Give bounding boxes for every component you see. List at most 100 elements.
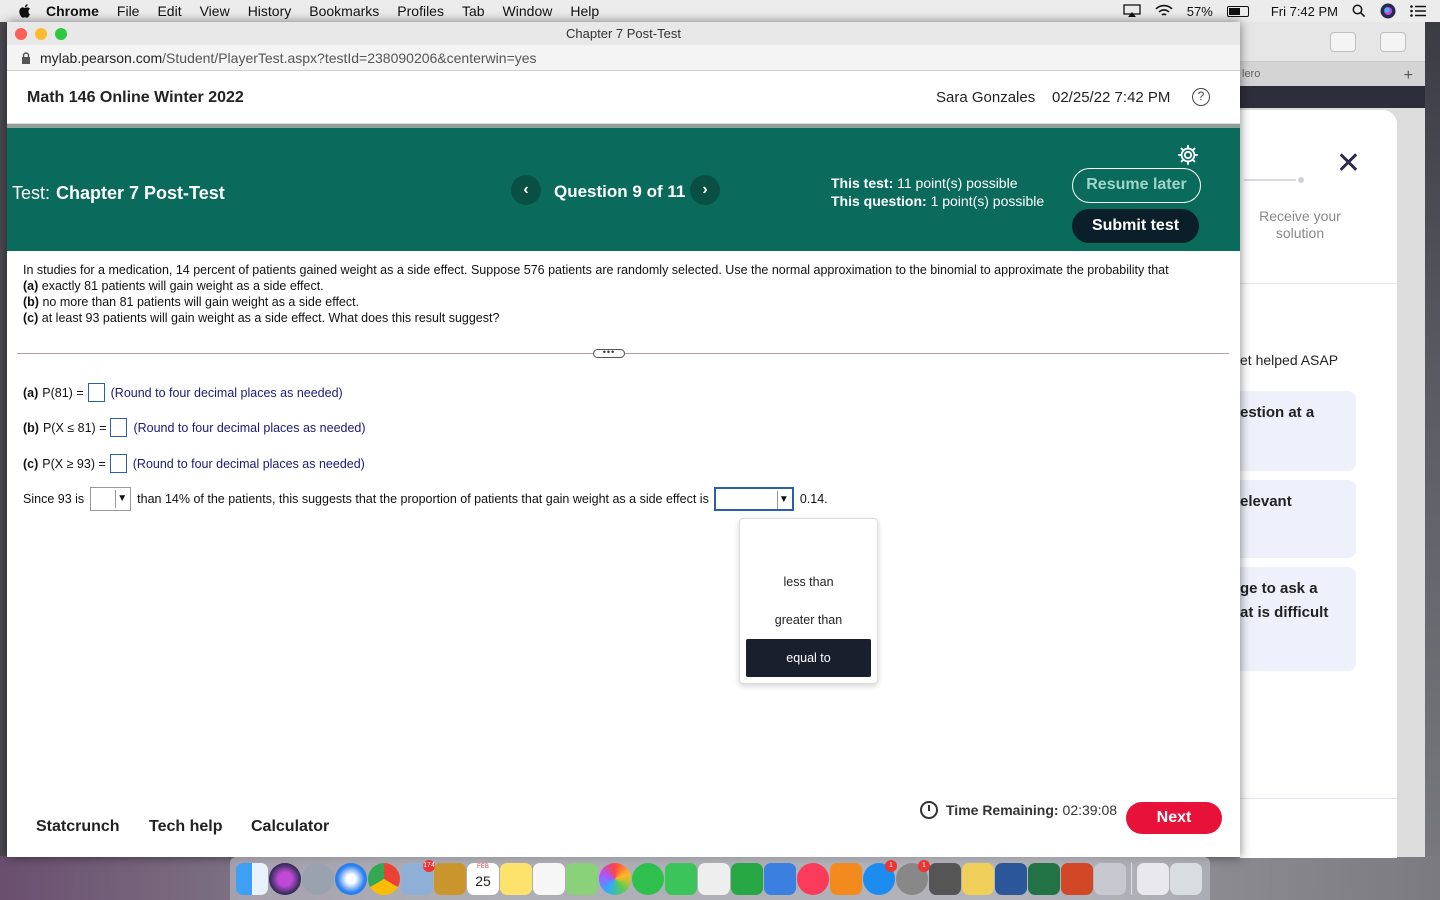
notes-book-icon[interactable] <box>434 862 466 895</box>
menu-tab[interactable]: Tab <box>462 3 485 19</box>
menu-history[interactable]: History <box>248 3 292 19</box>
trash-icon[interactable] <box>1170 862 1202 895</box>
submit-test-button[interactable]: Submit test <box>1072 209 1199 243</box>
test-label: Test: <box>12 183 51 203</box>
comparison-select-2[interactable]: ▼ <box>713 487 794 511</box>
dropdown-option-greater-than[interactable]: greater than <box>746 601 871 639</box>
problem-part-b-label: (b) <box>23 295 39 309</box>
browser-window: Chapter 7 Post-Test mylab.pearson.com/St… <box>7 22 1240 857</box>
calendar-icon[interactable]: FEB 25 <box>467 862 499 895</box>
menu-clock[interactable]: Fri 7:42 PM <box>1271 4 1338 19</box>
background-window-toolbar <box>1240 22 1425 62</box>
scanner-icon[interactable] <box>1094 862 1126 895</box>
statcrunch-link[interactable]: Statcrunch <box>36 818 120 836</box>
feature-card-2-text: elevant <box>1240 493 1292 510</box>
powerpoint-icon[interactable] <box>1061 862 1093 895</box>
stickies-icon[interactable] <box>500 862 532 895</box>
feature-card-3[interactable]: ge to ask a at is difficult <box>1240 567 1356 671</box>
help-question-icon[interactable]: ? <box>1192 88 1210 106</box>
photos-icon[interactable] <box>599 862 631 895</box>
spotlight-search-icon[interactable] <box>1352 4 1366 18</box>
chrome-icon[interactable] <box>368 862 400 895</box>
dropdown-option-equal-to[interactable]: equal to <box>746 639 871 677</box>
feature-card-1[interactable]: estion at a <box>1240 391 1356 471</box>
menu-view[interactable]: View <box>200 3 230 19</box>
tech-help-link[interactable]: Tech help <box>149 818 223 836</box>
menu-edit[interactable]: Edit <box>157 3 181 19</box>
excel-icon[interactable] <box>1028 862 1060 895</box>
resume-later-button[interactable]: Resume later <box>1072 168 1201 203</box>
reminders-icon[interactable] <box>533 862 565 895</box>
word-icon[interactable] <box>995 862 1027 895</box>
launchpad-icon[interactable] <box>302 862 334 895</box>
settings-gear-icon[interactable] <box>1177 144 1199 166</box>
apple-menu-icon[interactable] <box>18 3 32 19</box>
answer-a-input[interactable] <box>87 383 105 402</box>
previous-question-button[interactable]: ‹ <box>511 175 541 205</box>
lock-icon <box>22 52 30 64</box>
menu-app-name[interactable]: Chrome <box>46 3 99 19</box>
background-tab[interactable]: lero + <box>1240 62 1425 86</box>
keynote-icon[interactable] <box>764 862 796 895</box>
wifi-icon[interactable] <box>1155 4 1173 18</box>
menu-file[interactable]: File <box>117 3 140 19</box>
answer-b-input[interactable] <box>110 418 128 437</box>
system-preferences-icon[interactable]: 1 <box>896 859 930 895</box>
safari-icon[interactable] <box>335 862 367 895</box>
address-bar[interactable]: mylab.pearson.com/Student/PlayerTest.asp… <box>7 45 1240 71</box>
dropdown-option-less-than[interactable]: less than <box>746 563 871 601</box>
folder-icon[interactable] <box>962 862 994 895</box>
problem-part-a-text: exactly 81 patients will gain weight as … <box>41 279 324 293</box>
close-panel-icon[interactable]: ✕ <box>1336 146 1361 181</box>
tab-overview-button[interactable] <box>1380 32 1406 52</box>
zoom-window-button[interactable] <box>55 28 67 40</box>
problem-intro: In studies for a medication, 14 percent … <box>23 263 1169 277</box>
facetime-icon[interactable] <box>665 862 697 895</box>
textedit-icon[interactable] <box>698 862 730 895</box>
new-tab-plus-icon[interactable]: + <box>1404 64 1413 88</box>
resize-handle[interactable]: ••• <box>593 348 625 358</box>
finder-icon[interactable] <box>236 862 268 895</box>
control-center-list-icon[interactable] <box>1410 5 1426 17</box>
test-points-value: 11 point(s) possible <box>897 175 1018 191</box>
menu-window[interactable]: Window <box>503 3 553 19</box>
conclusion-part-1: Since 93 is <box>23 492 85 506</box>
preview-icon[interactable]: 174 <box>401 859 435 895</box>
window-title: Chapter 7 Post-Test <box>566 26 681 41</box>
answer-c-input[interactable] <box>109 454 127 473</box>
question-points-value: 1 point(s) possible <box>930 193 1045 209</box>
menu-bar: Chrome File Edit View History Bookmarks … <box>0 0 1440 22</box>
current-datetime: 02/25/22 7:42 PM <box>1052 89 1171 106</box>
test-header-bar: Test: Chapter 7 Post-Test ‹ Question 9 of… <box>7 128 1240 251</box>
calculator-icon[interactable] <box>929 862 961 895</box>
close-window-button[interactable] <box>15 28 27 40</box>
share-button[interactable] <box>1330 32 1356 52</box>
next-question-button[interactable]: › <box>690 175 720 205</box>
maps-icon[interactable] <box>566 862 598 895</box>
comparison-select-1[interactable]: ▼ <box>90 487 132 511</box>
numbers-icon[interactable] <box>731 862 763 895</box>
airplay-icon[interactable] <box>1123 4 1141 18</box>
books-icon[interactable] <box>830 862 862 895</box>
menu-help[interactable]: Help <box>570 3 599 19</box>
minimize-window-button[interactable] <box>35 28 47 40</box>
answer-row-a: (a) P(81) = (Round to four decimal place… <box>23 383 343 402</box>
siri-icon[interactable] <box>269 862 301 895</box>
app-store-badge: 1 <box>885 859 897 872</box>
answer-b-hint: (Round to four decimal places as needed) <box>133 420 366 435</box>
battery-icon[interactable] <box>1226 5 1249 17</box>
calculator-link[interactable]: Calculator <box>251 818 329 836</box>
messages-icon[interactable] <box>632 862 664 895</box>
menu-bookmarks[interactable]: Bookmarks <box>309 3 379 19</box>
next-button[interactable]: Next <box>1126 802 1222 834</box>
siri-menu-icon[interactable] <box>1380 3 1396 19</box>
menu-profiles[interactable]: Profiles <box>397 3 444 19</box>
downloads-icon[interactable] <box>1137 862 1169 895</box>
music-icon[interactable] <box>797 862 829 895</box>
problem-part-a-label: (a) <box>23 279 39 293</box>
feature-card-2[interactable]: elevant <box>1240 480 1356 558</box>
window-controls <box>15 28 67 40</box>
course-header: Math 146 Online Winter 2022 Sara Gonzale… <box>7 71 1240 124</box>
app-store-icon[interactable]: 1 <box>863 859 897 895</box>
calendar-day: 25 <box>475 872 491 889</box>
